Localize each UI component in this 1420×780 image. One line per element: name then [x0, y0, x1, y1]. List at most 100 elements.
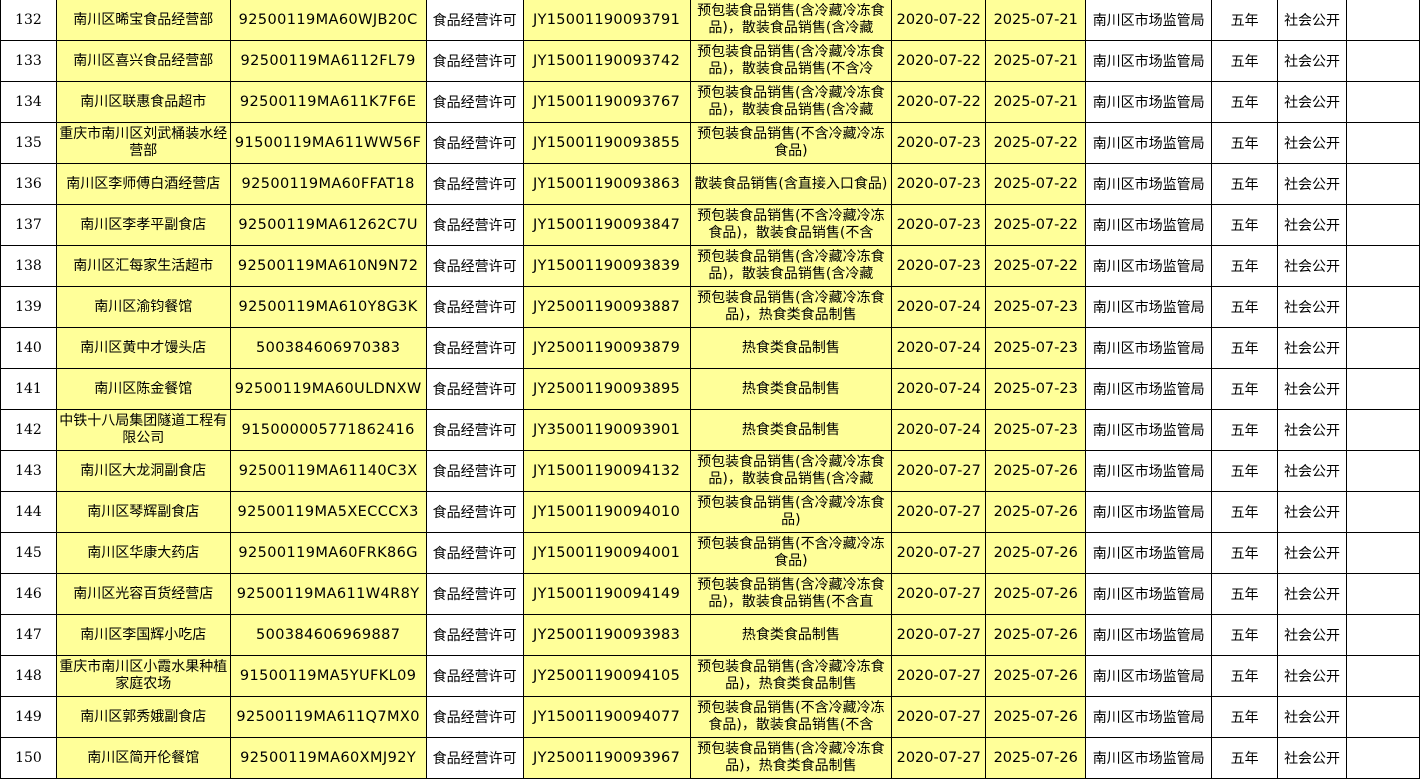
permit-type-cell[interactable]: 食品经营许可: [425, 81, 524, 123]
permit-type-cell[interactable]: 食品经营许可: [425, 327, 524, 369]
disclosure-scope-cell[interactable]: 社会公开: [1277, 163, 1348, 205]
validity-term-cell[interactable]: 五年: [1211, 696, 1279, 738]
validity-term-cell[interactable]: 五年: [1211, 368, 1279, 410]
validity-term-cell[interactable]: 五年: [1211, 245, 1279, 287]
issuing-authority-cell[interactable]: 南川区市场监管局: [1085, 122, 1213, 164]
empty-cell[interactable]: [1346, 40, 1420, 82]
disclosure-scope-cell[interactable]: 社会公开: [1277, 204, 1348, 246]
license-number-cell[interactable]: JY15001190093791: [522, 0, 691, 41]
credit-code-cell[interactable]: 92500119MA61262C7U: [229, 204, 427, 246]
empty-cell[interactable]: [1346, 204, 1420, 246]
permit-type-cell[interactable]: 食品经营许可: [425, 655, 524, 697]
row-number-cell[interactable]: 138: [0, 245, 57, 287]
credit-code-cell[interactable]: 92500119MA610N9N72: [229, 245, 427, 287]
valid-to-cell[interactable]: 2025-07-22: [985, 245, 1087, 287]
issuing-authority-cell[interactable]: 南川区市场监管局: [1085, 163, 1213, 205]
credit-code-cell[interactable]: 92500119MA60XMJ92Y: [229, 737, 427, 779]
business-name-cell[interactable]: 南川区简开伦餐馆: [55, 737, 231, 779]
validity-term-cell[interactable]: 五年: [1211, 327, 1279, 369]
issuing-authority-cell[interactable]: 南川区市场监管局: [1085, 450, 1213, 492]
credit-code-cell[interactable]: 92500119MA60FRK86G: [229, 532, 427, 574]
business-scope-cell[interactable]: 热食类食品制售: [689, 614, 893, 656]
row-number-cell[interactable]: 148: [0, 655, 57, 697]
business-scope-cell[interactable]: 预包装食品销售(含冷藏冷冻食品)，热食类食品制售: [689, 655, 893, 697]
business-scope-cell[interactable]: 预包装食品销售(含冷藏冷冻食品)，热食类食品制售: [689, 286, 893, 328]
permit-type-cell[interactable]: 食品经营许可: [425, 0, 524, 41]
business-name-cell[interactable]: 南川区晞宝食品经营部: [55, 0, 231, 41]
valid-from-cell[interactable]: 2020-07-27: [891, 614, 987, 656]
business-name-cell[interactable]: 南川区喜兴食品经营部: [55, 40, 231, 82]
valid-to-cell[interactable]: 2025-07-21: [985, 0, 1087, 41]
row-number-cell[interactable]: 145: [0, 532, 57, 574]
valid-to-cell[interactable]: 2025-07-23: [985, 286, 1087, 328]
permit-type-cell[interactable]: 食品经营许可: [425, 204, 524, 246]
permit-type-cell[interactable]: 食品经营许可: [425, 737, 524, 779]
valid-from-cell[interactable]: 2020-07-27: [891, 450, 987, 492]
business-name-cell[interactable]: 南川区黄中才馒头店: [55, 327, 231, 369]
valid-to-cell[interactable]: 2025-07-26: [985, 491, 1087, 533]
validity-term-cell[interactable]: 五年: [1211, 491, 1279, 533]
credit-code-cell[interactable]: 92500119MA61140C3X: [229, 450, 427, 492]
disclosure-scope-cell[interactable]: 社会公开: [1277, 81, 1348, 123]
credit-code-cell[interactable]: 92500119MA611W4R8Y: [229, 573, 427, 615]
disclosure-scope-cell[interactable]: 社会公开: [1277, 655, 1348, 697]
issuing-authority-cell[interactable]: 南川区市场监管局: [1085, 409, 1213, 451]
row-number-cell[interactable]: 133: [0, 40, 57, 82]
disclosure-scope-cell[interactable]: 社会公开: [1277, 40, 1348, 82]
issuing-authority-cell[interactable]: 南川区市场监管局: [1085, 286, 1213, 328]
business-name-cell[interactable]: 重庆市南川区小霞水果种植家庭农场: [55, 655, 231, 697]
business-scope-cell[interactable]: 预包装食品销售(不含冷藏冷冻食品)，散装食品销售(不含: [689, 696, 893, 738]
disclosure-scope-cell[interactable]: 社会公开: [1277, 122, 1348, 164]
valid-from-cell[interactable]: 2020-07-22: [891, 0, 987, 41]
credit-code-cell[interactable]: 500384606969887: [229, 614, 427, 656]
empty-cell[interactable]: [1346, 655, 1420, 697]
license-number-cell[interactable]: JY15001190093847: [522, 204, 691, 246]
license-number-cell[interactable]: JY15001190093767: [522, 81, 691, 123]
permit-type-cell[interactable]: 食品经营许可: [425, 532, 524, 574]
license-number-cell[interactable]: JY15001190094077: [522, 696, 691, 738]
license-number-cell[interactable]: JY25001190093967: [522, 737, 691, 779]
credit-code-cell[interactable]: 92500119MA6112FL79: [229, 40, 427, 82]
row-number-cell[interactable]: 143: [0, 450, 57, 492]
issuing-authority-cell[interactable]: 南川区市场监管局: [1085, 532, 1213, 574]
credit-code-cell[interactable]: 92500119MA611K7F6E: [229, 81, 427, 123]
license-number-cell[interactable]: JY15001190093863: [522, 163, 691, 205]
row-number-cell[interactable]: 135: [0, 122, 57, 164]
valid-from-cell[interactable]: 2020-07-27: [891, 532, 987, 574]
license-number-cell[interactable]: JY15001190093839: [522, 245, 691, 287]
valid-to-cell[interactable]: 2025-07-26: [985, 614, 1087, 656]
business-name-cell[interactable]: 南川区李国辉小吃店: [55, 614, 231, 656]
disclosure-scope-cell[interactable]: 社会公开: [1277, 327, 1348, 369]
valid-to-cell[interactable]: 2025-07-21: [985, 40, 1087, 82]
issuing-authority-cell[interactable]: 南川区市场监管局: [1085, 737, 1213, 779]
empty-cell[interactable]: [1346, 286, 1420, 328]
license-number-cell[interactable]: JY25001190093895: [522, 368, 691, 410]
business-scope-cell[interactable]: 预包装食品销售(不含冷藏冷冻食品): [689, 122, 893, 164]
valid-from-cell[interactable]: 2020-07-24: [891, 409, 987, 451]
valid-from-cell[interactable]: 2020-07-22: [891, 81, 987, 123]
empty-cell[interactable]: [1346, 0, 1420, 41]
credit-code-cell[interactable]: 915000005771862416: [229, 409, 427, 451]
license-number-cell[interactable]: JY15001190094149: [522, 573, 691, 615]
validity-term-cell[interactable]: 五年: [1211, 614, 1279, 656]
empty-cell[interactable]: [1346, 368, 1420, 410]
validity-term-cell[interactable]: 五年: [1211, 204, 1279, 246]
row-number-cell[interactable]: 150: [0, 737, 57, 779]
empty-cell[interactable]: [1346, 450, 1420, 492]
license-number-cell[interactable]: JY25001190093983: [522, 614, 691, 656]
license-number-cell[interactable]: JY35001190093901: [522, 409, 691, 451]
business-name-cell[interactable]: 南川区李师傅白酒经营店: [55, 163, 231, 205]
disclosure-scope-cell[interactable]: 社会公开: [1277, 0, 1348, 41]
disclosure-scope-cell[interactable]: 社会公开: [1277, 614, 1348, 656]
empty-cell[interactable]: [1346, 327, 1420, 369]
credit-code-cell[interactable]: 91500119MA611WW56F: [229, 122, 427, 164]
business-name-cell[interactable]: 南川区渝钧餐馆: [55, 286, 231, 328]
disclosure-scope-cell[interactable]: 社会公开: [1277, 286, 1348, 328]
disclosure-scope-cell[interactable]: 社会公开: [1277, 368, 1348, 410]
validity-term-cell[interactable]: 五年: [1211, 409, 1279, 451]
valid-from-cell[interactable]: 2020-07-23: [891, 122, 987, 164]
business-scope-cell[interactable]: 预包装食品销售(含冷藏冷冻食品)，热食类食品制售: [689, 737, 893, 779]
validity-term-cell[interactable]: 五年: [1211, 163, 1279, 205]
valid-to-cell[interactable]: 2025-07-26: [985, 737, 1087, 779]
business-name-cell[interactable]: 南川区李孝平副食店: [55, 204, 231, 246]
